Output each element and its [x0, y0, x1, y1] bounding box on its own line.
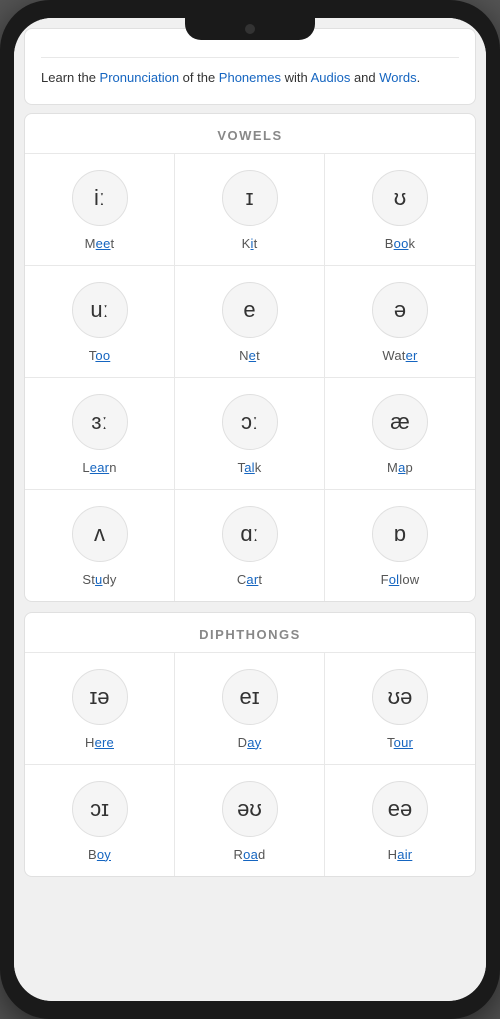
- phoneme-cell-road[interactable]: əʊ Road: [175, 765, 325, 876]
- highlight-pronunciation: Pronunciation: [100, 70, 180, 85]
- phoneme-word-water: Water: [382, 348, 417, 363]
- phoneme-symbol-talk: ɔː: [222, 394, 278, 450]
- phoneme-cell-meet[interactable]: iː Meet: [25, 154, 175, 266]
- phoneme-cell-day[interactable]: eɪ Day: [175, 653, 325, 765]
- phoneme-word-cart: Cart: [237, 572, 262, 587]
- phoneme-symbol-day: eɪ: [222, 669, 278, 725]
- phoneme-cell-net[interactable]: eNet: [175, 266, 325, 378]
- header-divider: [41, 57, 459, 58]
- phoneme-word-book: Book: [385, 236, 415, 251]
- phoneme-word-tour: Tour: [387, 735, 413, 750]
- app-subtitle: Learn the Pronunciation of the Phonemes …: [41, 68, 459, 88]
- phoneme-word-map: Map: [387, 460, 413, 475]
- phoneme-word-road: Road: [234, 847, 266, 862]
- phoneme-cell-here[interactable]: ɪə Here: [25, 653, 175, 765]
- phoneme-highlight-too: oo: [95, 348, 110, 363]
- phoneme-symbol-road: əʊ: [222, 781, 278, 837]
- phoneme-highlight-tour: our: [394, 735, 413, 750]
- section-diphthongs: DIPHTHONGS ɪə Here eɪ Day ʊə Tour ɔɪ Boy əʊ Road eə…: [24, 612, 476, 877]
- phoneme-cell-water[interactable]: ə Water: [325, 266, 475, 378]
- phoneme-word-follow: Follow: [381, 572, 420, 587]
- phoneme-word-day: Day: [238, 735, 262, 750]
- phoneme-cell-cart[interactable]: ɑː Cart: [175, 490, 325, 601]
- phoneme-highlight-learn: ear: [90, 460, 109, 475]
- phoneme-grid-diphthongs: ɪə Here eɪ Day ʊə Tour ɔɪ Boy əʊ Road eə Hair: [25, 653, 475, 876]
- phoneme-symbol-learn: ɜː: [72, 394, 128, 450]
- phone-frame: Learn the Pronunciation of the Phonemes …: [0, 0, 500, 1019]
- phoneme-symbol-hair: eə: [372, 781, 428, 837]
- phoneme-highlight-hair: air: [397, 847, 412, 862]
- section-title-diphthongs: DIPHTHONGS: [25, 613, 475, 653]
- phoneme-grid-vowels: iːMeetɪKitʊBookuːTooeNetəWaterɜːLearnɔːT…: [25, 154, 475, 601]
- phoneme-symbol-tour: ʊə: [372, 669, 428, 725]
- phoneme-highlight-talk: al: [244, 460, 255, 475]
- highlight-phonemes: Phonemes: [219, 70, 281, 85]
- phoneme-word-talk: Talk: [238, 460, 262, 475]
- phoneme-highlight-road: oa: [243, 847, 258, 862]
- phoneme-cell-map[interactable]: æ Map: [325, 378, 475, 490]
- phoneme-symbol-net: e: [222, 282, 278, 338]
- phoneme-cell-learn[interactable]: ɜː Learn: [25, 378, 175, 490]
- phone-screen: Learn the Pronunciation of the Phonemes …: [14, 18, 486, 1001]
- section-vowels: VOWELSiːMeetɪKitʊBookuːTooeNetəWaterɜːLe…: [24, 113, 476, 602]
- phoneme-highlight-meet: ee: [96, 236, 111, 251]
- phoneme-highlight-net: e: [249, 348, 256, 363]
- phoneme-symbol-kit: ɪ: [222, 170, 278, 226]
- phoneme-word-hair: Hair: [388, 847, 413, 862]
- phoneme-word-learn: Learn: [82, 460, 116, 475]
- section-title-vowels: VOWELS: [25, 114, 475, 154]
- sections-container: VOWELSiːMeetɪKitʊBookuːTooeNetəWaterɜːLe…: [14, 113, 486, 877]
- camera-dot: [245, 24, 255, 34]
- phoneme-highlight-cart: ar: [246, 572, 258, 587]
- phoneme-word-net: Net: [239, 348, 260, 363]
- phoneme-cell-boy[interactable]: ɔɪ Boy: [25, 765, 175, 876]
- phoneme-cell-hair[interactable]: eə Hair: [325, 765, 475, 876]
- highlight-words: Words: [379, 70, 416, 85]
- phoneme-highlight-kit: i: [250, 236, 253, 251]
- screen-content: Learn the Pronunciation of the Phonemes …: [14, 18, 486, 1001]
- phoneme-cell-study[interactable]: ʌ Study: [25, 490, 175, 601]
- phoneme-highlight-water: er: [406, 348, 418, 363]
- phoneme-symbol-too: uː: [72, 282, 128, 338]
- phoneme-symbol-book: ʊ: [372, 170, 428, 226]
- phoneme-symbol-study: ʌ: [72, 506, 128, 562]
- phoneme-highlight-book: oo: [394, 236, 409, 251]
- phoneme-cell-book[interactable]: ʊ Book: [325, 154, 475, 266]
- phoneme-cell-too[interactable]: uː Too: [25, 266, 175, 378]
- phone-notch: [185, 18, 315, 40]
- phoneme-symbol-cart: ɑː: [222, 506, 278, 562]
- phoneme-highlight-map: a: [398, 460, 405, 475]
- phoneme-word-study: Study: [82, 572, 116, 587]
- phoneme-cell-follow[interactable]: ɒ Follow: [325, 490, 475, 601]
- phoneme-word-too: Too: [89, 348, 111, 363]
- phoneme-symbol-water: ə: [372, 282, 428, 338]
- highlight-audios: Audios: [311, 70, 351, 85]
- phoneme-symbol-here: ɪə: [72, 669, 128, 725]
- phoneme-highlight-day: ay: [247, 735, 261, 750]
- phoneme-word-boy: Boy: [88, 847, 111, 862]
- phoneme-symbol-boy: ɔɪ: [72, 781, 128, 837]
- phoneme-cell-kit[interactable]: ɪ Kit: [175, 154, 325, 266]
- phoneme-symbol-follow: ɒ: [372, 506, 428, 562]
- phoneme-highlight-here: ere: [95, 735, 114, 750]
- phoneme-highlight-study: u: [95, 572, 102, 587]
- phoneme-symbol-map: æ: [372, 394, 428, 450]
- phoneme-word-kit: Kit: [242, 236, 258, 251]
- phoneme-symbol-meet: iː: [72, 170, 128, 226]
- phoneme-highlight-follow: ol: [389, 572, 400, 587]
- phoneme-cell-talk[interactable]: ɔː Talk: [175, 378, 325, 490]
- phoneme-highlight-boy: oy: [97, 847, 111, 862]
- phoneme-word-here: Here: [85, 735, 114, 750]
- phoneme-cell-tour[interactable]: ʊə Tour: [325, 653, 475, 765]
- phoneme-word-meet: Meet: [85, 236, 115, 251]
